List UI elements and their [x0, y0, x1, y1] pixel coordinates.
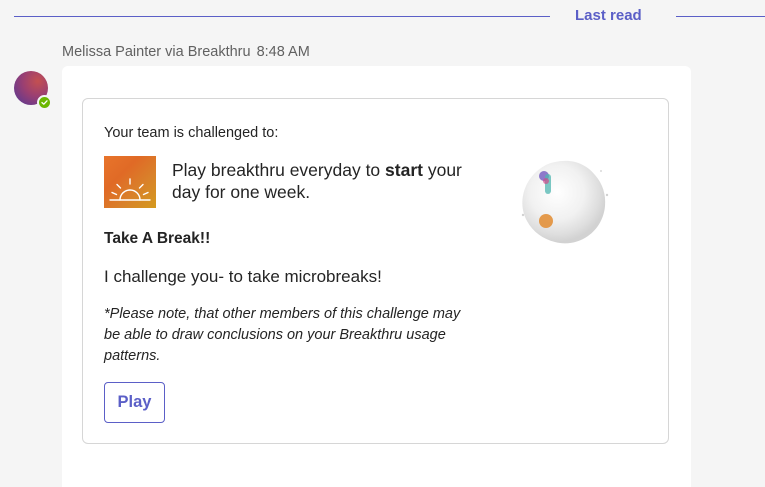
challenge-text: Play breakthru everyday to start your da…: [172, 159, 472, 203]
orb-graphic: [521, 160, 609, 244]
checkmark-icon: [41, 100, 48, 105]
sunrise-icon: [109, 178, 151, 201]
challenge-title: Take A Break!!: [104, 230, 211, 247]
sender-name[interactable]: Melissa Painter via Breakthru: [62, 44, 251, 60]
last-read-label: Last read: [575, 7, 642, 24]
privacy-disclaimer: *Please note, that other members of this…: [104, 306, 461, 364]
breakthru-logo: [104, 156, 156, 208]
presence-available-icon: [37, 95, 52, 110]
challenge-intro: Your team is challenged to:: [104, 125, 279, 141]
last-read-divider-right: [676, 16, 765, 17]
message-header: Melissa Painter via Breakthru 8:48 AM: [62, 43, 310, 61]
breakthru-orb-image: [513, 151, 613, 251]
challenge-card: Your team is challenged to: Play breakth…: [82, 98, 669, 444]
last-read-divider-left: [14, 16, 550, 17]
message-timestamp: 8:48 AM: [256, 44, 310, 60]
challenge-description: I challenge you- to take microbreaks!: [104, 267, 382, 286]
play-button[interactable]: Play: [104, 382, 165, 423]
challenge-text-part: Play breakthru everyday to: [172, 160, 386, 180]
challenge-text-emphasis: start: [385, 160, 423, 180]
